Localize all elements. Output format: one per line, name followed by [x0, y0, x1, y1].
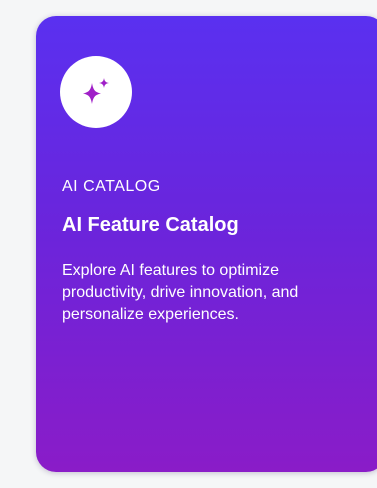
card-title: AI Feature Catalog: [62, 214, 239, 236]
card-description: Explore AI features to optimize producti…: [62, 262, 299, 323]
card-eyebrow: AI CATALOG: [62, 178, 161, 195]
ai-feature-catalog-card[interactable]: AI CATALOG AI Feature Catalog Explore AI…: [36, 16, 377, 472]
sparkles-icon: [60, 56, 132, 128]
